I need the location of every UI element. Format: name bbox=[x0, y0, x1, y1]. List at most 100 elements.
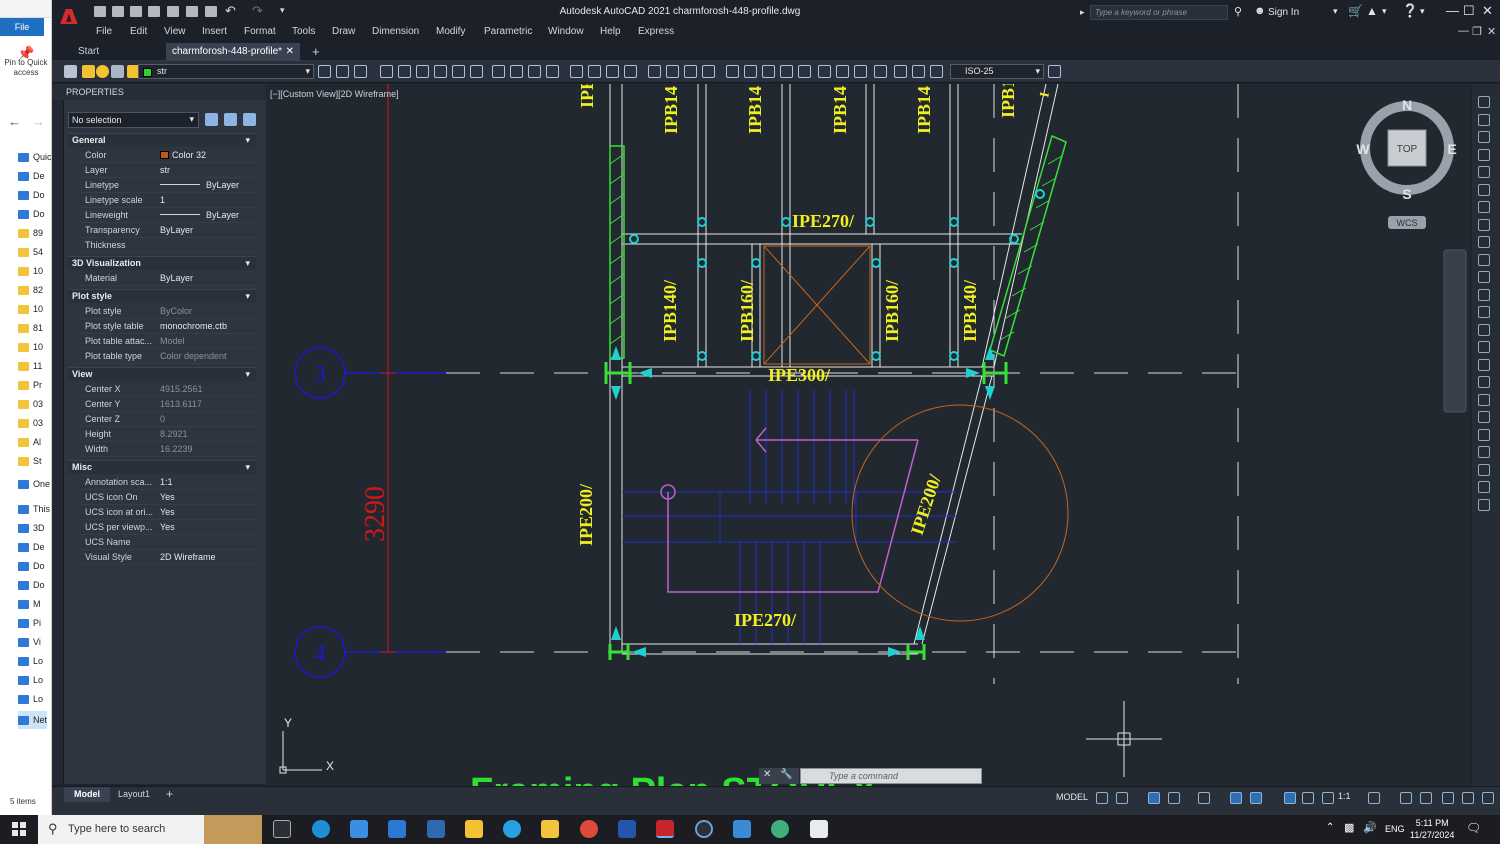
tool-icon[interactable] bbox=[606, 65, 619, 78]
tool-icon[interactable] bbox=[318, 65, 331, 78]
modify-tool-icon[interactable] bbox=[1478, 393, 1490, 406]
explorer-item[interactable]: One bbox=[18, 475, 50, 493]
property-row[interactable]: Thickness bbox=[80, 238, 256, 253]
tool-icon[interactable] bbox=[470, 65, 483, 78]
back-arrow-icon[interactable]: ← bbox=[8, 114, 21, 129]
property-row[interactable]: Plot table attac... Model bbox=[80, 334, 256, 349]
viewport-controls-label[interactable]: [−][Custom View][2D Wireframe] bbox=[270, 89, 399, 99]
tool-icon[interactable] bbox=[818, 65, 831, 78]
status-toggle-icon[interactable] bbox=[1096, 792, 1108, 804]
explorer-item[interactable]: 10 bbox=[18, 262, 43, 280]
property-row[interactable]: Center Z 0 bbox=[80, 412, 256, 427]
explorer-item[interactable]: M bbox=[18, 595, 41, 613]
tab-model[interactable]: Model bbox=[64, 787, 110, 802]
modify-tool-icon[interactable] bbox=[1478, 253, 1490, 266]
app-r-icon[interactable] bbox=[618, 820, 636, 838]
doc-minimize-icon[interactable]: — bbox=[1458, 25, 1469, 37]
tool-icon[interactable] bbox=[416, 65, 429, 78]
explorer-item[interactable]: Do bbox=[18, 205, 45, 223]
doc-close-icon[interactable]: ✕ bbox=[1487, 25, 1496, 38]
menu-view[interactable]: View bbox=[164, 26, 186, 37]
telegram-icon[interactable] bbox=[503, 820, 521, 838]
modify-tool-icon[interactable] bbox=[1478, 201, 1490, 213]
sun-icon[interactable] bbox=[96, 65, 109, 78]
collapse-icon[interactable]: ▾ bbox=[245, 135, 250, 146]
close-command-icon[interactable]: ✕ bbox=[763, 769, 771, 780]
tool-icon[interactable] bbox=[624, 65, 637, 78]
mail-icon[interactable] bbox=[388, 820, 406, 838]
menu-express[interactable]: Express bbox=[638, 26, 674, 37]
open-web-icon[interactable] bbox=[167, 6, 179, 17]
status-toggle-icon[interactable] bbox=[1462, 792, 1474, 804]
status-toggle-icon[interactable] bbox=[1482, 792, 1494, 804]
add-layout-icon[interactable]: + bbox=[166, 787, 173, 801]
explorer-item[interactable]: Vi bbox=[18, 633, 41, 651]
explorer-file-tab[interactable]: File bbox=[0, 18, 44, 36]
tool-icon[interactable] bbox=[528, 65, 541, 78]
explorer-item[interactable]: Net bbox=[18, 711, 48, 729]
property-row[interactable]: UCS icon On Yes bbox=[80, 490, 256, 505]
collapse-icon[interactable]: ▾ bbox=[245, 291, 250, 302]
taskbar-clock[interactable]: 5:11 PM 11/27/2024 bbox=[1410, 817, 1454, 841]
tool-icon[interactable] bbox=[380, 65, 393, 78]
tool-icon[interactable] bbox=[648, 65, 661, 78]
sign-in-button[interactable]: Sign In bbox=[1268, 7, 1299, 18]
app-document-icon[interactable] bbox=[810, 820, 828, 838]
tool-icon[interactable] bbox=[510, 65, 523, 78]
explorer-item[interactable]: 10 bbox=[18, 338, 43, 356]
explorer-item[interactable]: 10 bbox=[18, 300, 43, 318]
tool-icon[interactable] bbox=[684, 65, 697, 78]
section-view[interactable]: View ▾ bbox=[68, 367, 256, 381]
chevron-right-icon[interactable]: ▸ bbox=[1080, 7, 1085, 18]
maximize-icon[interactable]: ☐ bbox=[1463, 3, 1475, 19]
tool-icon[interactable] bbox=[336, 65, 349, 78]
explorer-item[interactable]: Do bbox=[18, 576, 45, 594]
property-row[interactable]: Width 16.2239 bbox=[80, 442, 256, 457]
pin-quick-access[interactable]: 📌 Pin to Quick access bbox=[2, 46, 50, 78]
tool-icon[interactable] bbox=[398, 65, 411, 78]
modify-tool-icon[interactable] bbox=[1478, 113, 1490, 126]
tab-layout1[interactable]: Layout1 bbox=[108, 787, 160, 802]
annotation-scale[interactable]: 1:1 bbox=[1338, 791, 1351, 801]
explorer-item[interactable]: 82 bbox=[18, 281, 43, 299]
viewcube[interactable]: TOP N S E W WCS bbox=[1356, 97, 1457, 229]
modify-tool-icon[interactable] bbox=[1478, 358, 1490, 371]
property-row[interactable]: Plot style ByColor bbox=[80, 304, 256, 319]
status-toggle-icon[interactable] bbox=[1302, 792, 1314, 804]
section-general[interactable]: General ▾ bbox=[68, 133, 256, 147]
search-icon[interactable]: ⚲ bbox=[1234, 5, 1242, 18]
modify-tool-icon[interactable] bbox=[1478, 411, 1490, 423]
tool-icon[interactable] bbox=[702, 65, 715, 78]
modify-tool-icon[interactable] bbox=[1478, 341, 1490, 353]
menu-format[interactable]: Format bbox=[244, 26, 276, 37]
app-paint-icon[interactable] bbox=[733, 820, 751, 838]
menu-parametric[interactable]: Parametric bbox=[484, 26, 532, 37]
compass-west[interactable]: W bbox=[1356, 141, 1370, 157]
property-row[interactable]: Center Y 1613.6117 bbox=[80, 397, 256, 412]
compass-east[interactable]: E bbox=[1447, 141, 1456, 157]
modify-tool-icon[interactable] bbox=[1478, 148, 1490, 161]
tool-icon[interactable] bbox=[912, 65, 925, 78]
modify-tool-icon[interactable] bbox=[1478, 218, 1490, 231]
compass-north[interactable]: N bbox=[1402, 97, 1412, 113]
explorer-item[interactable]: 03 bbox=[18, 395, 43, 413]
menu-draw[interactable]: Draw bbox=[332, 26, 355, 37]
modify-tool-icon[interactable] bbox=[1478, 446, 1490, 458]
status-toggle-icon[interactable] bbox=[1400, 792, 1412, 804]
taskbar-search-input[interactable]: ⚲ Type here to search bbox=[38, 815, 262, 844]
plot-icon[interactable] bbox=[205, 6, 217, 17]
dimension-style-dropdown[interactable]: ISO-25 ▾ bbox=[950, 64, 1044, 79]
tool-icon[interactable] bbox=[452, 65, 465, 78]
sign-in-dropdown-icon[interactable]: ▾ bbox=[1333, 6, 1338, 17]
tool-icon[interactable] bbox=[894, 65, 907, 78]
section-misc[interactable]: Misc ▾ bbox=[68, 460, 256, 474]
status-toggle-icon[interactable] bbox=[1168, 792, 1180, 804]
status-toggle-icon[interactable] bbox=[1230, 792, 1242, 804]
explorer-item[interactable]: Do bbox=[18, 186, 45, 204]
minimize-icon[interactable]: — bbox=[1446, 3, 1459, 18]
tool-icon[interactable] bbox=[570, 65, 583, 78]
menu-file[interactable]: File bbox=[96, 26, 112, 37]
explorer-item[interactable]: 81 bbox=[18, 319, 43, 337]
property-row[interactable]: Color Color 32 bbox=[80, 148, 256, 163]
tab-start[interactable]: Start bbox=[72, 43, 164, 61]
